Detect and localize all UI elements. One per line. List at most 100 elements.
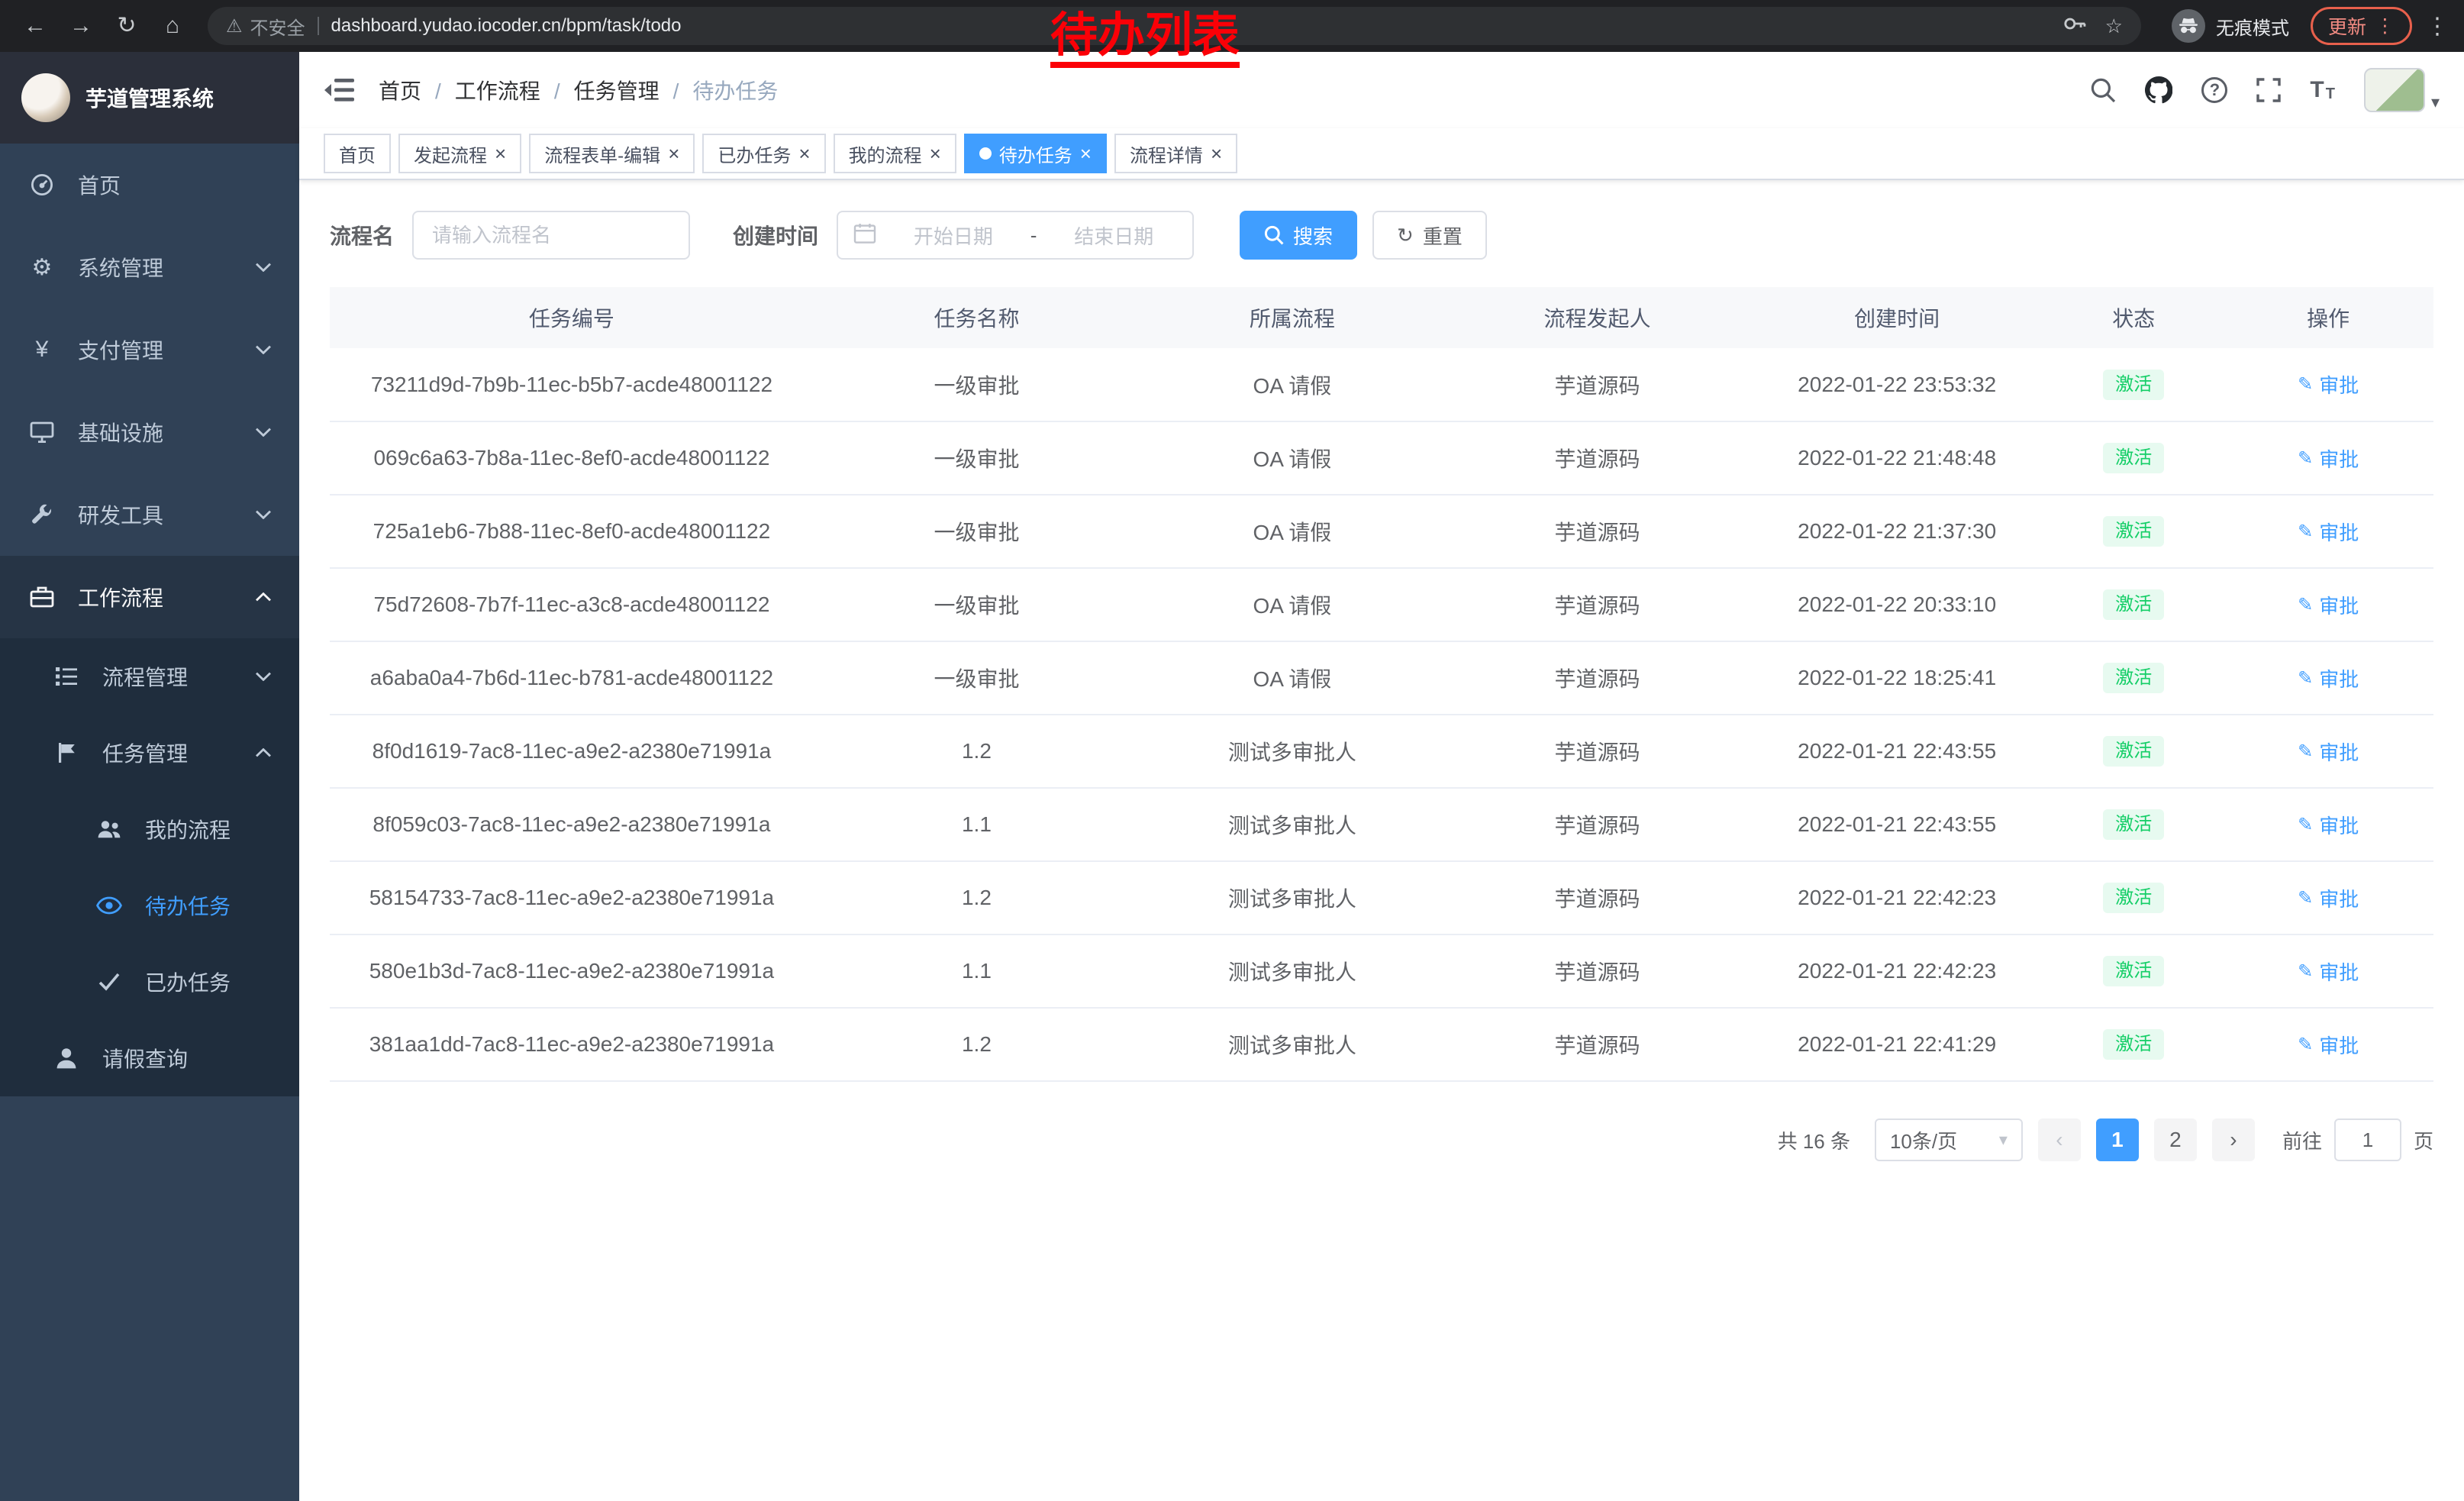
monitor-icon <box>27 421 56 444</box>
table-row: 8f0d1619-7ac8-11ec-a9e2-a2380e71991a1.2测… <box>330 715 2433 788</box>
close-icon[interactable]: × <box>798 144 810 163</box>
sidebar-item-workflow[interactable]: 工作流程 <box>0 556 299 638</box>
help-icon[interactable]: ? <box>2201 77 2227 103</box>
page-button-1[interactable]: 1 <box>2096 1118 2139 1161</box>
sidebar-item-my-processes[interactable]: 我的流程 <box>0 791 299 867</box>
col-actions: 操作 <box>2223 287 2433 348</box>
approve-button[interactable]: ✎审批 <box>2298 370 2359 399</box>
approve-button[interactable]: ✎审批 <box>2298 444 2359 473</box>
tab-my-processes[interactable]: 我的流程× <box>834 134 956 173</box>
browser-menu-icon[interactable]: ⋮ <box>2426 13 2449 40</box>
table-row: 75d72608-7b7f-11ec-a3c8-acde48001122一级审批… <box>330 568 2433 641</box>
tab-start-process[interactable]: 发起流程× <box>398 134 521 173</box>
table-row: 580e1b3d-7ac8-11ec-a9e2-a2380e71991a1.1测… <box>330 934 2433 1008</box>
app-logo[interactable]: 芋道管理系统 <box>0 52 299 144</box>
sidebar-collapse-icon[interactable] <box>324 77 354 103</box>
close-icon[interactable]: × <box>495 144 506 163</box>
search-icon[interactable] <box>2090 77 2116 103</box>
sidebar-item-dev-tools[interactable]: 研发工具 <box>0 473 299 556</box>
sidebar-item-done-tasks[interactable]: 已办任务 <box>0 944 299 1020</box>
date-separator: - <box>1030 224 1037 247</box>
github-icon[interactable] <box>2145 76 2172 104</box>
date-range-picker[interactable]: 开始日期 - 结束日期 <box>837 211 1194 260</box>
bookmark-star-icon[interactable]: ☆ <box>2105 15 2123 38</box>
edit-icon: ✎ <box>2298 447 2313 470</box>
approve-button[interactable]: ✎审批 <box>2298 664 2359 692</box>
page-size-select[interactable]: 10条/页 ▾ <box>1875 1118 2023 1161</box>
edit-icon: ✎ <box>2298 1034 2313 1056</box>
sidebar-item-label: 工作流程 <box>78 582 163 612</box>
tab-home[interactable]: 首页 <box>324 134 391 173</box>
sidebar-item-task-management[interactable]: 任务管理 <box>0 715 299 791</box>
tab-done-tasks[interactable]: 已办任务× <box>702 134 825 173</box>
avatar-caret-icon: ▾ <box>2431 92 2440 112</box>
sidebar-item-leave-query[interactable]: 请假查询 <box>0 1020 299 1096</box>
status-badge: 激活 <box>2103 883 2164 913</box>
approve-button[interactable]: ✎审批 <box>2298 1031 2359 1059</box>
browser-update-button[interactable]: 更新 ⋮ <box>2311 7 2412 45</box>
sidebar-item-todo-tasks[interactable]: 待办任务 <box>0 867 299 944</box>
status-badge: 激活 <box>2103 370 2164 400</box>
breadcrumb-home[interactable]: 首页 <box>379 75 455 105</box>
close-icon[interactable]: × <box>1211 144 1222 163</box>
chevron-down-icon <box>255 345 272 354</box>
logo-avatar-image <box>21 73 70 122</box>
browser-home-icon[interactable]: ⌂ <box>153 6 192 46</box>
approve-button[interactable]: ✎审批 <box>2298 738 2359 766</box>
reset-button[interactable]: ↻ 重置 <box>1372 211 1487 260</box>
yen-icon: ¥ <box>27 337 56 363</box>
table-row: 725a1eb6-7b88-11ec-8ef0-acde48001122一级审批… <box>330 495 2433 568</box>
browser-forward-icon[interactable]: → <box>61 6 101 46</box>
browser-reload-icon[interactable]: ↻ <box>107 6 147 46</box>
edit-icon: ✎ <box>2298 887 2313 909</box>
status-badge: 激活 <box>2103 589 2164 620</box>
user-avatar[interactable]: ▾ <box>2364 68 2440 112</box>
gear-icon: ⚙ <box>27 254 56 281</box>
address-bar[interactable]: ⚠ 不安全 dashboard.yudao.iocoder.cn/bpm/tas… <box>208 7 2141 45</box>
security-label: 不安全 <box>250 13 305 40</box>
breadcrumb-task-management[interactable]: 任务管理 <box>574 75 693 105</box>
sidebar-item-label: 我的流程 <box>145 814 231 844</box>
close-icon[interactable]: × <box>1080 144 1092 163</box>
close-icon[interactable]: × <box>668 144 679 163</box>
font-size-icon[interactable]: TT <box>2310 77 2335 103</box>
search-button[interactable]: 搜索 <box>1240 211 1357 260</box>
sidebar-item-infrastructure[interactable]: 基础设施 <box>0 391 299 473</box>
sidebar-item-label: 已办任务 <box>145 967 231 997</box>
edit-icon: ✎ <box>2298 814 2313 836</box>
browser-back-icon[interactable]: ← <box>15 6 55 46</box>
pagination-total: 共 16 条 <box>1778 1126 1850 1154</box>
password-key-icon[interactable] <box>2062 12 2087 40</box>
next-page-button[interactable]: › <box>2212 1118 2255 1161</box>
sidebar-item-label: 任务管理 <box>102 738 188 768</box>
sidebar-item-process-management[interactable]: 流程管理 <box>0 638 299 715</box>
sidebar-item-payment-management[interactable]: ¥ 支付管理 <box>0 308 299 391</box>
sidebar-item-home[interactable]: 首页 <box>0 144 299 226</box>
tab-todo-tasks[interactable]: 待办任务× <box>964 134 1107 173</box>
tab-process-detail[interactable]: 流程详情× <box>1114 134 1237 173</box>
security-status[interactable]: ⚠ 不安全 <box>226 13 305 40</box>
breadcrumb-workflow[interactable]: 工作流程 <box>455 75 574 105</box>
approve-button[interactable]: ✎审批 <box>2298 811 2359 839</box>
approve-button[interactable]: ✎审批 <box>2298 591 2359 619</box>
todo-task-table: 任务编号 任务名称 所属流程 流程发起人 创建时间 状态 操作 73211d9d… <box>330 287 2433 1082</box>
tab-process-form-edit[interactable]: 流程表单-编辑× <box>529 134 695 173</box>
status-badge: 激活 <box>2103 956 2164 986</box>
table-header-row: 任务编号 任务名称 所属流程 流程发起人 创建时间 状态 操作 <box>330 287 2433 348</box>
approve-button[interactable]: ✎审批 <box>2298 518 2359 546</box>
eye-icon <box>95 896 124 915</box>
approve-button[interactable]: ✎审批 <box>2298 957 2359 986</box>
briefcase-icon <box>27 586 56 608</box>
sidebar-item-system-management[interactable]: ⚙ 系统管理 <box>0 226 299 308</box>
col-create-time: 创建时间 <box>1750 287 2044 348</box>
update-label: 更新 <box>2328 12 2366 40</box>
warning-icon: ⚠ <box>226 15 243 37</box>
prev-page-button[interactable]: ‹ <box>2038 1118 2081 1161</box>
page-content: 流程名 创建时间 开始日期 - 结束日期 搜索 ↻ 重置 <box>299 180 2464 1501</box>
goto-page-input[interactable] <box>2334 1118 2401 1161</box>
fullscreen-icon[interactable] <box>2256 78 2281 102</box>
page-button-2[interactable]: 2 <box>2154 1118 2197 1161</box>
process-name-input[interactable] <box>412 211 690 260</box>
close-icon[interactable]: × <box>930 144 941 163</box>
approve-button[interactable]: ✎审批 <box>2298 884 2359 912</box>
